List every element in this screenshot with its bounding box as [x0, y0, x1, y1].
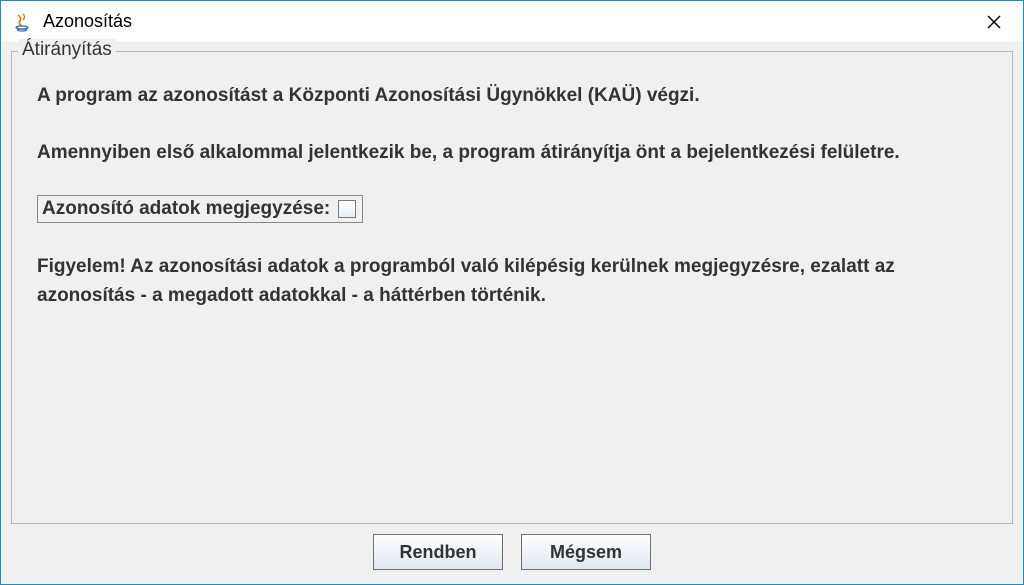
dialog-window: Azonosítás Átirányítás A program az azon… — [0, 0, 1024, 585]
java-icon — [11, 11, 33, 33]
ok-button[interactable]: Rendben — [373, 534, 503, 570]
info-paragraph-2: Amennyiben első alkalommal jelentkezik b… — [37, 139, 992, 168]
fieldset-legend: Átirányítás — [18, 39, 116, 61]
close-button[interactable] — [969, 3, 1019, 41]
remember-credentials-checkbox[interactable] — [338, 200, 356, 218]
titlebar: Azonosítás — [1, 1, 1023, 43]
content-area: Átirányítás A program az azonosítást a K… — [1, 43, 1023, 584]
close-icon — [987, 15, 1001, 29]
cancel-button[interactable]: Mégsem — [521, 534, 651, 570]
redirect-fieldset: Átirányítás A program az azonosítást a K… — [11, 51, 1013, 524]
fieldset-content: A program az azonosítást a Központi Azon… — [12, 52, 1012, 330]
info-paragraph-1: A program az azonosítást a Központi Azon… — [37, 82, 992, 111]
button-bar: Rendben Mégsem — [11, 534, 1013, 574]
remember-credentials-row: Azonosító adatok megjegyzése: — [37, 195, 363, 223]
warning-paragraph: Figyelem! Az azonosítási adatok a progra… — [37, 253, 992, 310]
remember-credentials-label: Azonosító adatok megjegyzése: — [42, 198, 330, 220]
window-title: Azonosítás — [43, 11, 969, 32]
